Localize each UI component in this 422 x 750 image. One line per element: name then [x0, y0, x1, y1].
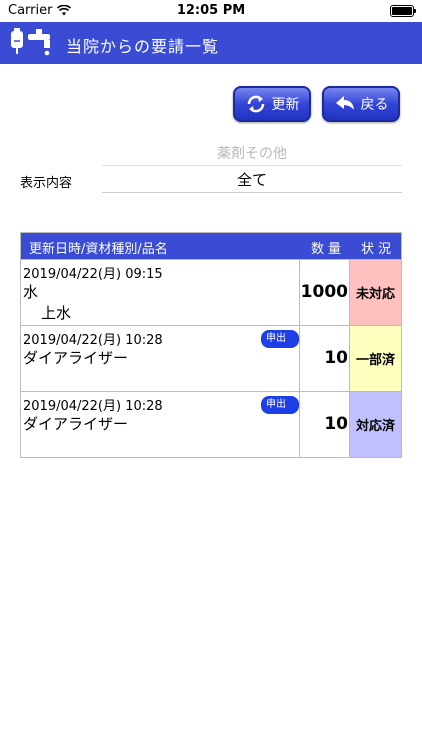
row-date: 2019/04/22(月) 10:28: [23, 399, 163, 414]
back-arrow-icon: [335, 96, 354, 110]
table-row[interactable]: 2019/04/22(月) 10:28 申出有 ダイアライザー 10 一部済: [21, 325, 401, 391]
nav-bar: 当院からの要請一覧: [0, 22, 422, 64]
row-qty: 1000: [300, 282, 348, 302]
page-title: 当院からの要請一覧: [66, 37, 220, 56]
back-label: 戻る: [360, 97, 389, 113]
header-main: 更新日時/資材種別/品名: [29, 242, 168, 257]
row-info-cell: 2019/04/22(月) 09:15 水 上水: [21, 260, 300, 325]
row-qty: 10: [324, 348, 348, 368]
status-bar: Carrier 12:05 PM: [0, 0, 422, 22]
search-field[interactable]: 薬剤その他: [102, 142, 402, 166]
row-status: 一部済: [350, 326, 401, 391]
row-material-type: ダイアライザー: [23, 415, 129, 433]
clock: 12:05 PM: [176, 3, 246, 18]
row-status: 未対応: [350, 260, 401, 325]
row-info-cell: 2019/04/22(月) 10:28 申出有 ダイアライザー: [21, 326, 300, 391]
filter-select[interactable]: 全て: [102, 167, 402, 193]
table-row[interactable]: 2019/04/22(月) 09:15 水 上水 1000 未対応: [21, 259, 401, 325]
table-row[interactable]: 2019/04/22(月) 10:28 申出有 ダイアライザー 10 対応済: [21, 391, 401, 457]
refresh-label: 更新: [271, 97, 300, 113]
row-date: 2019/04/22(月) 09:15: [23, 267, 163, 282]
row-status: 対応済: [350, 392, 401, 457]
row-item-name: 上水: [41, 304, 72, 322]
row-material-type: 水: [23, 283, 39, 301]
header-qty: 数量: [311, 242, 346, 257]
battery-icon: [390, 5, 416, 17]
row-material-type: ダイアライザー: [23, 349, 129, 367]
refresh-button[interactable]: 更新: [233, 86, 311, 122]
header-status: 状況: [361, 242, 396, 257]
table-header: 更新日時/資材種別/品名 数量 状況: [21, 233, 401, 259]
refresh-icon: [247, 95, 264, 113]
request-badge: 申出有: [261, 396, 299, 428]
iv-bag-faucet-icon: [11, 28, 50, 56]
row-qty: 10: [324, 414, 348, 434]
request-table: 更新日時/資材種別/品名 数量 状況 2019/04/22(月) 09:15 水…: [20, 232, 402, 458]
request-badge: 申出有: [261, 330, 299, 362]
row-info-cell: 2019/04/22(月) 10:28 申出有 ダイアライザー: [21, 392, 300, 457]
filter-label: 表示内容: [20, 176, 73, 191]
row-date: 2019/04/22(月) 10:28: [23, 333, 163, 348]
back-button[interactable]: 戻る: [322, 86, 400, 122]
